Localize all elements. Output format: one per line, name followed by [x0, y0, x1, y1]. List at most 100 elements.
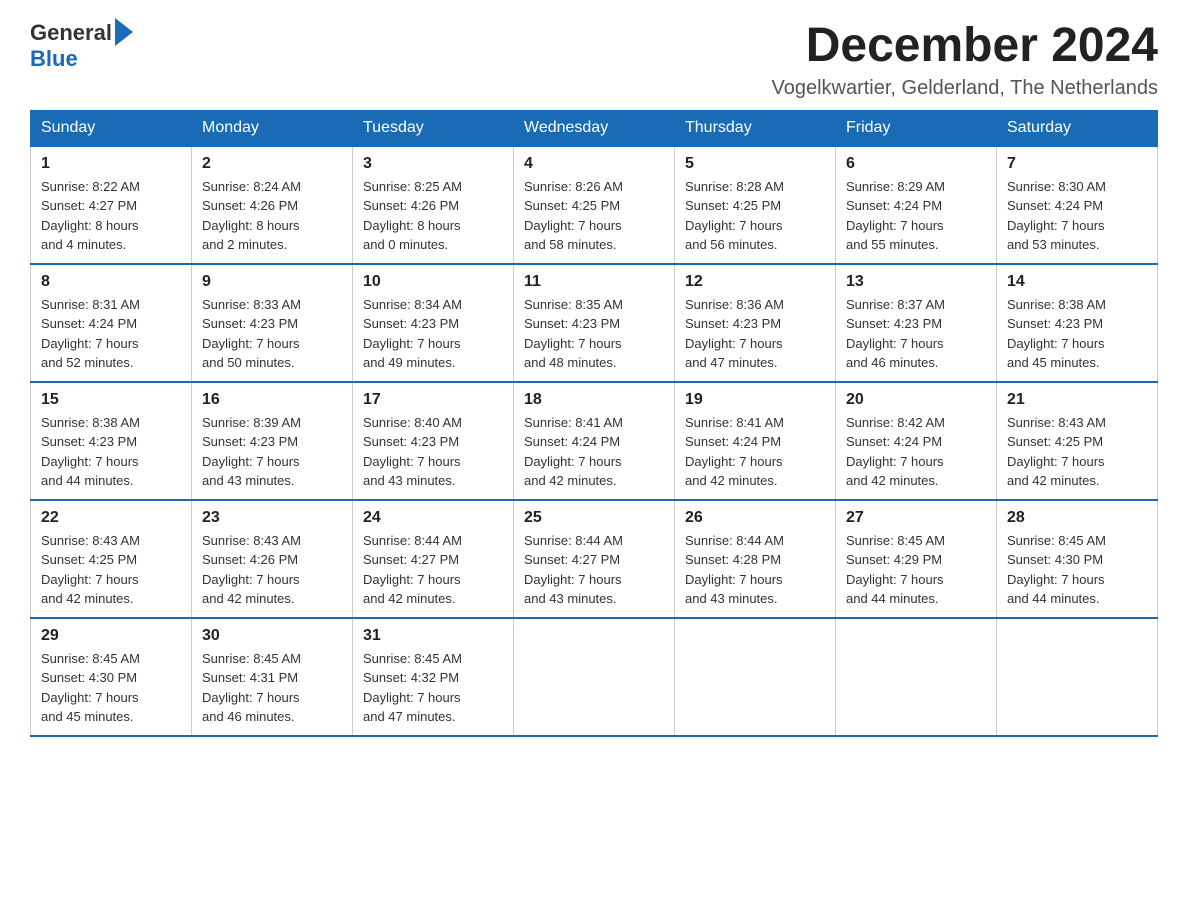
day-number: 23 — [202, 509, 342, 527]
day-number: 9 — [202, 273, 342, 291]
day-number: 28 — [1007, 509, 1147, 527]
day-number: 1 — [41, 155, 181, 173]
day-number: 26 — [685, 509, 825, 527]
calendar-cell: 12 Sunrise: 8:36 AMSunset: 4:23 PMDaylig… — [675, 264, 836, 382]
day-number: 7 — [1007, 155, 1147, 173]
day-number: 6 — [846, 155, 986, 173]
calendar-cell: 10 Sunrise: 8:34 AMSunset: 4:23 PMDaylig… — [353, 264, 514, 382]
calendar-header-sunday: Sunday — [31, 110, 192, 146]
calendar-cell: 2 Sunrise: 8:24 AMSunset: 4:26 PMDayligh… — [192, 146, 353, 264]
day-number: 2 — [202, 155, 342, 173]
calendar-cell: 21 Sunrise: 8:43 AMSunset: 4:25 PMDaylig… — [997, 382, 1158, 500]
day-detail: Sunrise: 8:28 AMSunset: 4:25 PMDaylight:… — [685, 177, 825, 255]
calendar-cell: 23 Sunrise: 8:43 AMSunset: 4:26 PMDaylig… — [192, 500, 353, 618]
day-detail: Sunrise: 8:40 AMSunset: 4:23 PMDaylight:… — [363, 413, 503, 491]
calendar-cell: 3 Sunrise: 8:25 AMSunset: 4:26 PMDayligh… — [353, 146, 514, 264]
calendar-cell — [997, 618, 1158, 736]
calendar-week-row: 15 Sunrise: 8:38 AMSunset: 4:23 PMDaylig… — [31, 382, 1158, 500]
day-detail: Sunrise: 8:38 AMSunset: 4:23 PMDaylight:… — [41, 413, 181, 491]
calendar-cell: 6 Sunrise: 8:29 AMSunset: 4:24 PMDayligh… — [836, 146, 997, 264]
page-header: General Blue December 2024 Vogelkwartier… — [30, 20, 1158, 100]
calendar-cell: 31 Sunrise: 8:45 AMSunset: 4:32 PMDaylig… — [353, 618, 514, 736]
day-number: 15 — [41, 391, 181, 409]
calendar-cell: 1 Sunrise: 8:22 AMSunset: 4:27 PMDayligh… — [31, 146, 192, 264]
calendar-cell: 24 Sunrise: 8:44 AMSunset: 4:27 PMDaylig… — [353, 500, 514, 618]
day-detail: Sunrise: 8:44 AMSunset: 4:27 PMDaylight:… — [363, 531, 503, 609]
day-number: 21 — [1007, 391, 1147, 409]
day-number: 5 — [685, 155, 825, 173]
calendar-week-row: 1 Sunrise: 8:22 AMSunset: 4:27 PMDayligh… — [31, 146, 1158, 264]
day-detail: Sunrise: 8:24 AMSunset: 4:26 PMDaylight:… — [202, 177, 342, 255]
calendar-cell: 4 Sunrise: 8:26 AMSunset: 4:25 PMDayligh… — [514, 146, 675, 264]
logo-text-general: General — [30, 20, 112, 46]
day-number: 20 — [846, 391, 986, 409]
calendar-cell: 14 Sunrise: 8:38 AMSunset: 4:23 PMDaylig… — [997, 264, 1158, 382]
calendar-cell: 22 Sunrise: 8:43 AMSunset: 4:25 PMDaylig… — [31, 500, 192, 618]
logo: General Blue — [30, 20, 133, 72]
day-number: 14 — [1007, 273, 1147, 291]
day-detail: Sunrise: 8:45 AMSunset: 4:30 PMDaylight:… — [1007, 531, 1147, 609]
day-detail: Sunrise: 8:45 AMSunset: 4:32 PMDaylight:… — [363, 649, 503, 727]
calendar-cell: 16 Sunrise: 8:39 AMSunset: 4:23 PMDaylig… — [192, 382, 353, 500]
day-number: 27 — [846, 509, 986, 527]
day-detail: Sunrise: 8:34 AMSunset: 4:23 PMDaylight:… — [363, 295, 503, 373]
day-detail: Sunrise: 8:42 AMSunset: 4:24 PMDaylight:… — [846, 413, 986, 491]
calendar-cell: 17 Sunrise: 8:40 AMSunset: 4:23 PMDaylig… — [353, 382, 514, 500]
calendar-cell: 30 Sunrise: 8:45 AMSunset: 4:31 PMDaylig… — [192, 618, 353, 736]
day-detail: Sunrise: 8:45 AMSunset: 4:30 PMDaylight:… — [41, 649, 181, 727]
location-subtitle: Vogelkwartier, Gelderland, The Netherlan… — [771, 77, 1158, 100]
day-number: 30 — [202, 627, 342, 645]
calendar-cell: 28 Sunrise: 8:45 AMSunset: 4:30 PMDaylig… — [997, 500, 1158, 618]
calendar-cell: 20 Sunrise: 8:42 AMSunset: 4:24 PMDaylig… — [836, 382, 997, 500]
day-detail: Sunrise: 8:35 AMSunset: 4:23 PMDaylight:… — [524, 295, 664, 373]
calendar-header-thursday: Thursday — [675, 110, 836, 146]
logo-arrow-icon — [115, 18, 133, 46]
title-block: December 2024 Vogelkwartier, Gelderland,… — [771, 20, 1158, 100]
day-number: 19 — [685, 391, 825, 409]
day-detail: Sunrise: 8:43 AMSunset: 4:25 PMDaylight:… — [41, 531, 181, 609]
day-detail: Sunrise: 8:45 AMSunset: 4:31 PMDaylight:… — [202, 649, 342, 727]
calendar-header-wednesday: Wednesday — [514, 110, 675, 146]
calendar-cell: 5 Sunrise: 8:28 AMSunset: 4:25 PMDayligh… — [675, 146, 836, 264]
day-number: 31 — [363, 627, 503, 645]
day-detail: Sunrise: 8:43 AMSunset: 4:26 PMDaylight:… — [202, 531, 342, 609]
day-detail: Sunrise: 8:45 AMSunset: 4:29 PMDaylight:… — [846, 531, 986, 609]
day-detail: Sunrise: 8:26 AMSunset: 4:25 PMDaylight:… — [524, 177, 664, 255]
day-detail: Sunrise: 8:37 AMSunset: 4:23 PMDaylight:… — [846, 295, 986, 373]
calendar-cell: 25 Sunrise: 8:44 AMSunset: 4:27 PMDaylig… — [514, 500, 675, 618]
day-number: 25 — [524, 509, 664, 527]
day-detail: Sunrise: 8:29 AMSunset: 4:24 PMDaylight:… — [846, 177, 986, 255]
day-detail: Sunrise: 8:33 AMSunset: 4:23 PMDaylight:… — [202, 295, 342, 373]
day-number: 4 — [524, 155, 664, 173]
calendar-table: SundayMondayTuesdayWednesdayThursdayFrid… — [30, 110, 1158, 737]
month-year-title: December 2024 — [771, 20, 1158, 73]
calendar-cell: 13 Sunrise: 8:37 AMSunset: 4:23 PMDaylig… — [836, 264, 997, 382]
day-detail: Sunrise: 8:22 AMSunset: 4:27 PMDaylight:… — [41, 177, 181, 255]
calendar-header-saturday: Saturday — [997, 110, 1158, 146]
day-detail: Sunrise: 8:41 AMSunset: 4:24 PMDaylight:… — [685, 413, 825, 491]
calendar-cell: 9 Sunrise: 8:33 AMSunset: 4:23 PMDayligh… — [192, 264, 353, 382]
calendar-cell: 8 Sunrise: 8:31 AMSunset: 4:24 PMDayligh… — [31, 264, 192, 382]
day-number: 11 — [524, 273, 664, 291]
day-number: 22 — [41, 509, 181, 527]
calendar-cell: 27 Sunrise: 8:45 AMSunset: 4:29 PMDaylig… — [836, 500, 997, 618]
day-number: 8 — [41, 273, 181, 291]
day-detail: Sunrise: 8:39 AMSunset: 4:23 PMDaylight:… — [202, 413, 342, 491]
day-detail: Sunrise: 8:43 AMSunset: 4:25 PMDaylight:… — [1007, 413, 1147, 491]
day-detail: Sunrise: 8:36 AMSunset: 4:23 PMDaylight:… — [685, 295, 825, 373]
calendar-header-monday: Monday — [192, 110, 353, 146]
day-number: 18 — [524, 391, 664, 409]
day-number: 12 — [685, 273, 825, 291]
calendar-cell — [514, 618, 675, 736]
day-number: 17 — [363, 391, 503, 409]
day-number: 3 — [363, 155, 503, 173]
logo-text-blue: Blue — [30, 46, 78, 71]
calendar-week-row: 29 Sunrise: 8:45 AMSunset: 4:30 PMDaylig… — [31, 618, 1158, 736]
calendar-cell: 11 Sunrise: 8:35 AMSunset: 4:23 PMDaylig… — [514, 264, 675, 382]
calendar-cell: 15 Sunrise: 8:38 AMSunset: 4:23 PMDaylig… — [31, 382, 192, 500]
calendar-week-row: 8 Sunrise: 8:31 AMSunset: 4:24 PMDayligh… — [31, 264, 1158, 382]
calendar-cell: 19 Sunrise: 8:41 AMSunset: 4:24 PMDaylig… — [675, 382, 836, 500]
calendar-cell: 18 Sunrise: 8:41 AMSunset: 4:24 PMDaylig… — [514, 382, 675, 500]
calendar-cell — [836, 618, 997, 736]
day-number: 10 — [363, 273, 503, 291]
